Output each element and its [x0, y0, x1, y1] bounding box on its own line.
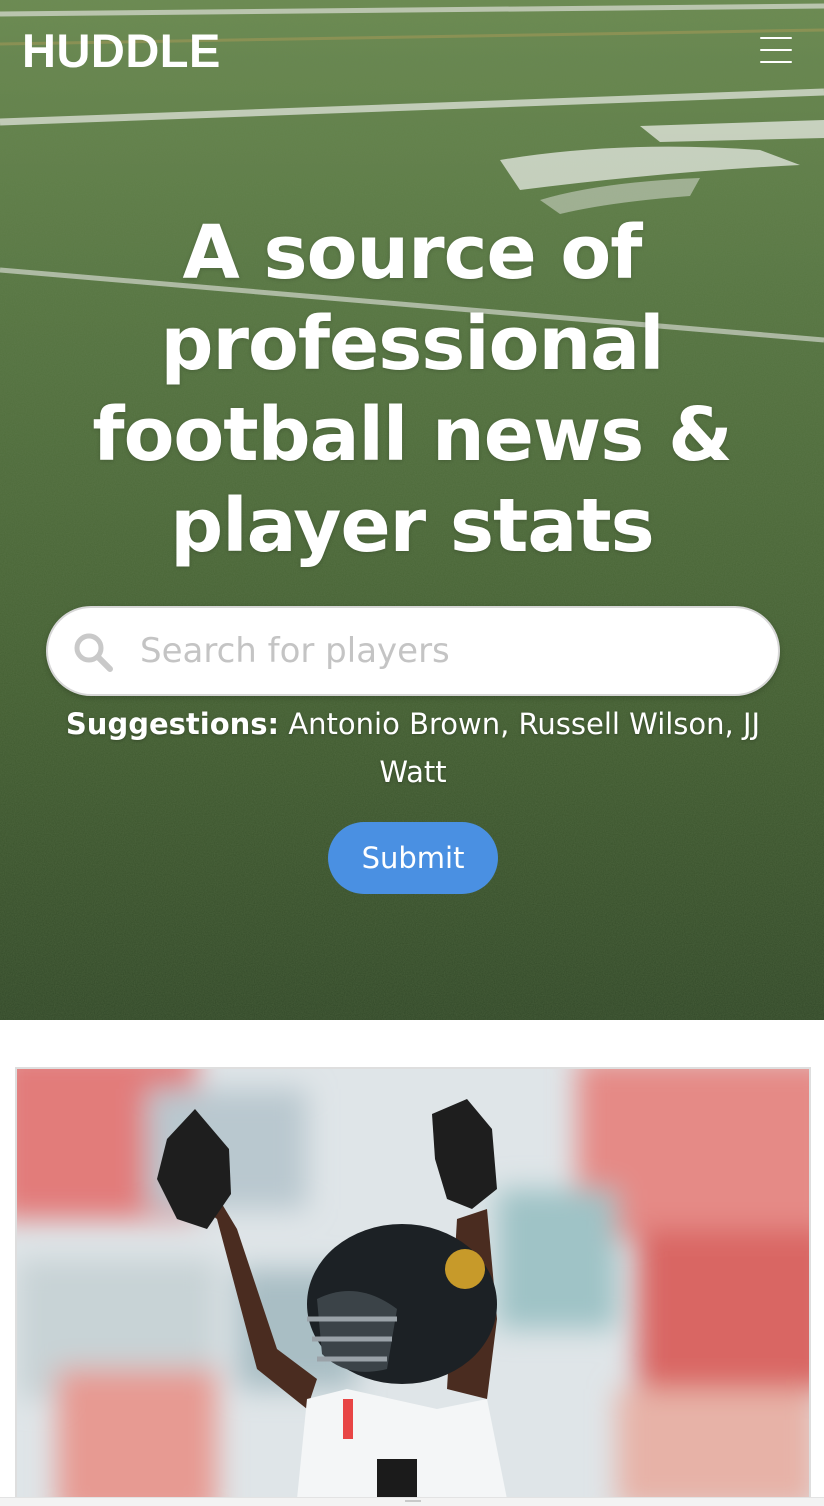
- hamburger-menu-icon[interactable]: [754, 32, 796, 68]
- suggestions-list: Antonio Brown, Russell Wilson, JJ Watt: [288, 707, 761, 789]
- article-card[interactable]: [15, 1067, 811, 1497]
- search-icon: [74, 633, 113, 672]
- hero-headline: A source of professional football news &…: [92, 210, 732, 569]
- search-bar[interactable]: [46, 606, 780, 696]
- submit-button[interactable]: Submit: [328, 822, 498, 894]
- suggestions-text: Suggestions: Antonio Brown, Russell Wils…: [46, 700, 780, 796]
- brand-logo[interactable]: HUDDLE: [22, 24, 221, 78]
- scroll-indicator: [405, 1500, 421, 1502]
- search-input[interactable]: [138, 622, 758, 680]
- player-celebration-photo: [17, 1069, 809, 1497]
- hero-section: HUDDLE A source of professional football…: [0, 0, 824, 1020]
- suggestions-label: Suggestions:: [65, 707, 280, 741]
